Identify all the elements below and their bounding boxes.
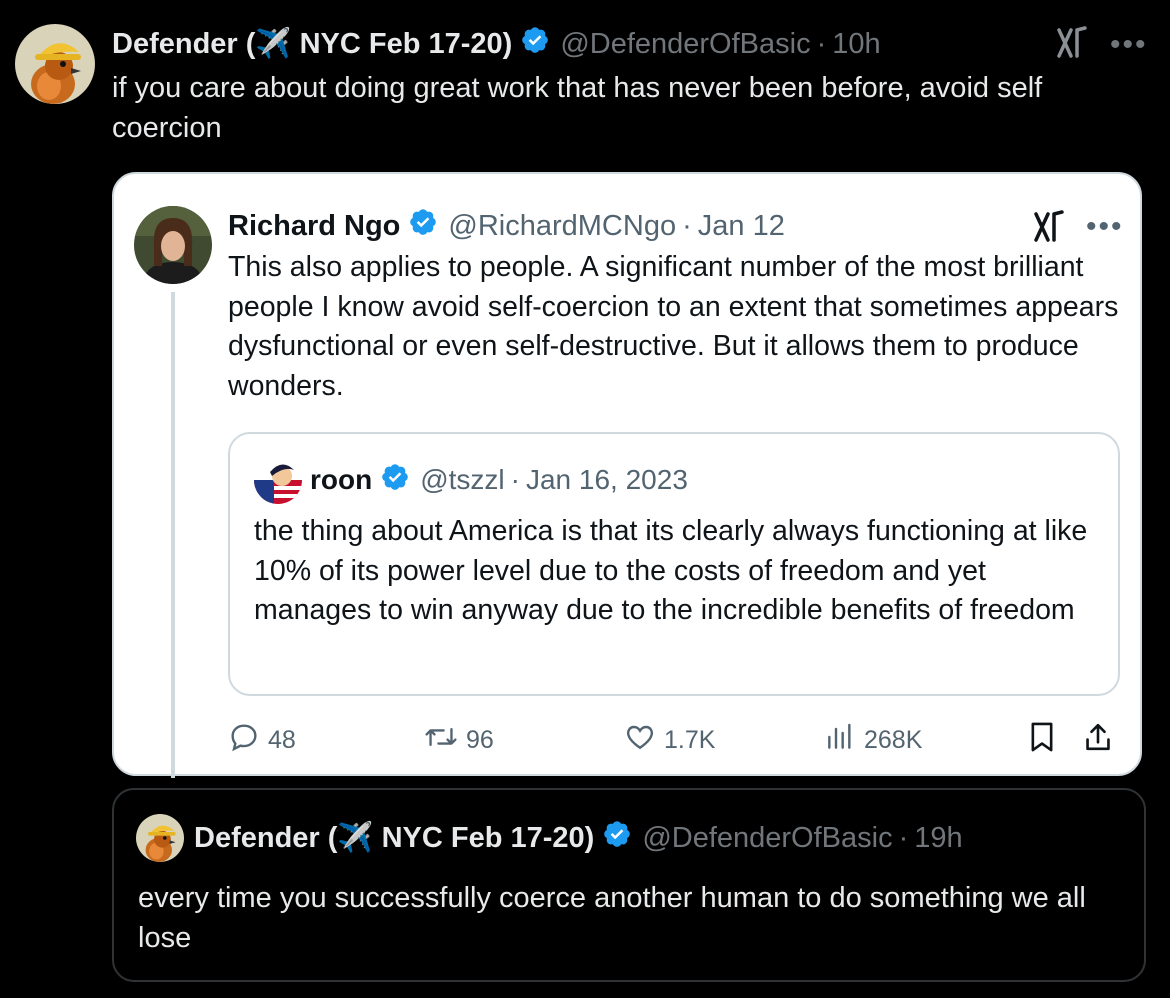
tweet-text: every time you successfully coerce anoth… [138, 882, 1086, 954]
author-name[interactable]: roon [310, 464, 372, 496]
views-chart-icon [824, 721, 856, 760]
author-name[interactable]: Defender (✈️ NYC Feb 17-20) [194, 821, 594, 855]
views-count: 268K [864, 725, 923, 754]
reply-button[interactable]: 48 [228, 720, 296, 760]
verified-badge-icon [602, 819, 632, 857]
author-name[interactable]: Richard Ngo [228, 210, 400, 243]
tweet-time[interactable]: Jan 16, 2023 [526, 464, 688, 496]
author-name[interactable]: Defender (✈️ NYC Feb 17-20) [112, 27, 512, 61]
reply-tweet-card[interactable]: Defender (✈️ NYC Feb 17-20) @DefenderOfB… [112, 788, 1146, 982]
reply-tweet-header: Defender (✈️ NYC Feb 17-20) @DefenderOfB… [194, 814, 963, 862]
separator-dot: · [510, 464, 520, 495]
defender-avatar[interactable] [15, 24, 95, 104]
verified-badge-icon [408, 207, 438, 245]
like-button[interactable]: 1.7K [624, 720, 715, 760]
views-button[interactable]: 268K [824, 720, 922, 760]
roon-avatar[interactable] [254, 456, 302, 504]
quoted-tweet-card[interactable]: Richard Ngo @RichardMCNgo · Jan 12 ••• T… [112, 172, 1142, 778]
tweet-text: if you care about doing great work that … [112, 72, 1043, 144]
separator-dot: · [898, 821, 909, 854]
defender-avatar[interactable] [136, 814, 184, 862]
nested-quote-header: roon @tszzl · Jan 16, 2023 [310, 456, 688, 504]
action-bar: 48 96 1.7K 268K [228, 720, 1128, 760]
bookmark-button[interactable] [1026, 720, 1058, 760]
top-tweet-header: Defender (✈️ NYC Feb 17-20) @DefenderOfB… [112, 24, 881, 64]
heart-icon [624, 721, 656, 760]
author-handle[interactable]: @tszzl [420, 464, 504, 496]
bookmark-icon [1026, 720, 1058, 761]
reply-icon [228, 721, 260, 760]
verified-badge-icon [520, 25, 550, 63]
repost-button[interactable]: 96 [424, 720, 494, 760]
tweet-text: This also applies to people. A significa… [228, 251, 1119, 402]
reply-count: 48 [268, 725, 296, 754]
more-options-icon[interactable]: ••• [1110, 28, 1148, 62]
like-count: 1.7K [664, 725, 716, 754]
quoted-tweet-header: Richard Ngo @RichardMCNgo · Jan 12 [228, 204, 785, 248]
tweet-time[interactable]: 19h [914, 822, 962, 855]
repost-icon [424, 721, 458, 760]
richard-ngo-avatar[interactable] [134, 206, 212, 284]
tweet-text: the thing about America is that its clea… [254, 515, 1088, 626]
separator-dot: · [816, 27, 827, 60]
author-handle[interactable]: @DefenderOfBasic [560, 28, 810, 61]
nested-quote-card[interactable]: roon @tszzl · Jan 16, 2023 the thing abo… [228, 432, 1120, 696]
grok-icon[interactable] [1055, 26, 1089, 65]
share-icon [1082, 720, 1114, 761]
tweet-time[interactable]: 10h [832, 28, 880, 61]
more-options-icon[interactable]: ••• [1086, 210, 1124, 244]
author-handle[interactable]: @DefenderOfBasic [642, 822, 892, 855]
repost-count: 96 [466, 725, 494, 754]
verified-badge-icon [380, 462, 410, 499]
author-handle[interactable]: @RichardMCNgo [448, 210, 676, 243]
thread-line [171, 292, 175, 778]
share-button[interactable] [1082, 720, 1114, 760]
separator-dot: · [682, 209, 692, 242]
tweet-time[interactable]: Jan 12 [698, 210, 785, 243]
grok-icon[interactable] [1032, 210, 1066, 249]
